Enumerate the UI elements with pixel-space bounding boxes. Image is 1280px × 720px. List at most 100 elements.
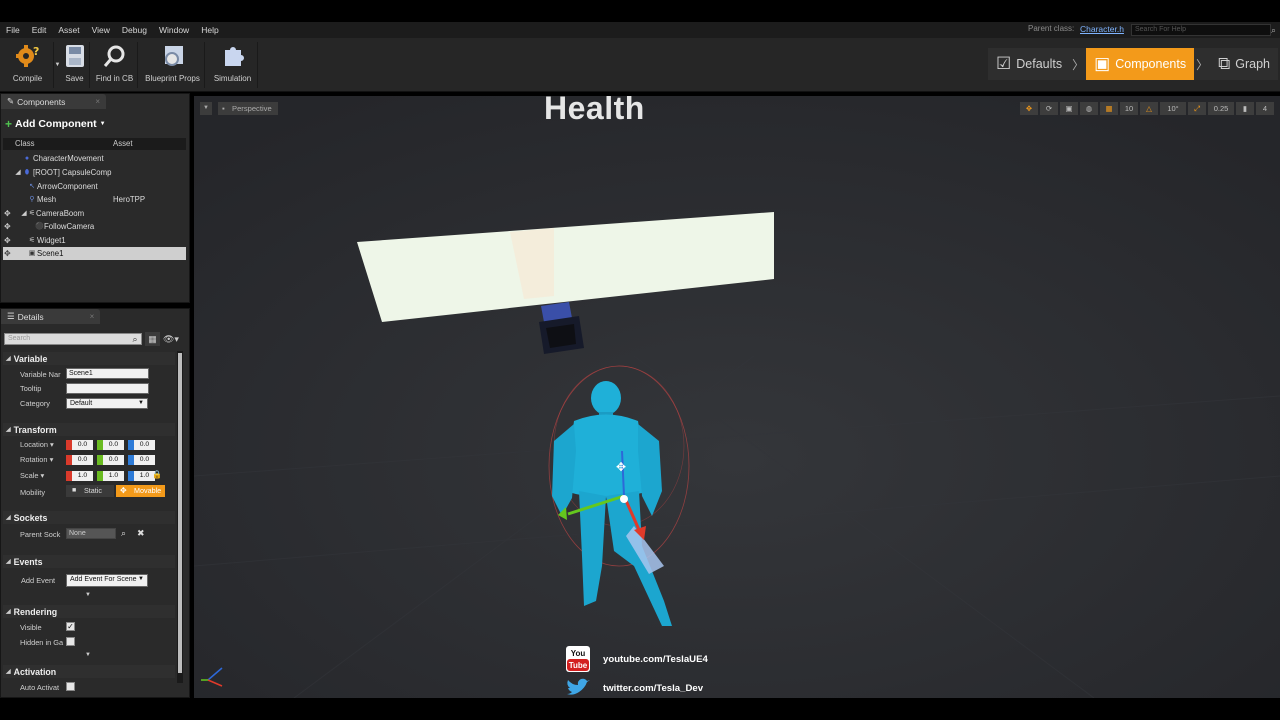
location-vector[interactable]: 0.0 0.0 0.0 <box>66 440 159 450</box>
rotation-y[interactable]: 0.0 <box>103 455 124 465</box>
hidden-in-game-checkbox[interactable] <box>66 637 75 646</box>
category-dropdown[interactable]: Default ▼ <box>66 398 148 409</box>
location-z[interactable]: 0.0 <box>134 440 155 450</box>
variable-name-input[interactable]: Scene1 <box>66 368 149 379</box>
close-icon[interactable]: × <box>95 97 100 106</box>
help-search-input[interactable]: Search For Help <box>1131 24 1271 36</box>
perspective-dropdown[interactable]: ▪ Perspective <box>218 102 278 115</box>
viewport-options-button[interactable]: ▼ <box>200 102 212 115</box>
search-icon[interactable]: ⌕ <box>128 333 142 345</box>
camera-speed-value[interactable]: 4 <box>1256 102 1274 115</box>
menu-file[interactable]: File <box>0 25 26 35</box>
components-tab[interactable]: ✎ Components × <box>1 94 106 109</box>
move-handle-icon[interactable]: ✥ <box>4 220 11 233</box>
menu-help[interactable]: Help <box>195 25 224 35</box>
menu-view[interactable]: View <box>86 25 116 35</box>
scale-snap-value[interactable]: 0.25 <box>1208 102 1234 115</box>
rotation-snap-value[interactable]: 10° <box>1160 102 1186 115</box>
add-event-dropdown[interactable]: Add Event For Scene ▼ <box>66 574 148 587</box>
visible-checkbox[interactable]: ✓ <box>66 622 75 631</box>
details-scrollbar-thumb[interactable] <box>178 353 182 673</box>
details-tab[interactable]: ☰ Details × <box>1 309 101 324</box>
expand-triangle-icon[interactable]: ◢ <box>14 166 22 179</box>
expand-advanced-icon[interactable]: ▼ <box>85 652 91 658</box>
viewport[interactable]: ✥ ▼ ▪ Perspective ✥ ⟳ ▣ ◍ ▦ 10 △ 10° ⤢ 0.… <box>194 96 1280 698</box>
clear-icon[interactable]: ✖ <box>137 528 145 539</box>
blueprint-props-button[interactable]: Blueprint Props <box>141 42 205 88</box>
details-panel: ☰ Details × Search ⌕ ▦ 👁▾ ◢ Variable Vari… <box>0 308 190 698</box>
compile-button[interactable]: ? Compile <box>2 42 54 88</box>
simulation-button[interactable]: Simulation <box>208 42 258 88</box>
auto-activate-label: Auto Activat <box>20 683 60 692</box>
tree-item-charactermovement[interactable]: ● CharacterMovement <box>3 152 186 165</box>
move-handle-icon[interactable]: ✥ <box>4 234 11 247</box>
tree-item-scene1[interactable]: ✥ ▣ Scene1 <box>3 247 186 260</box>
tree-item-capsule[interactable]: ◢ ⬮ [ROOT] CapsuleComp <box>3 166 186 179</box>
search-icon[interactable]: ⌕ <box>1271 24 1280 36</box>
expand-advanced-icon[interactable]: ▼ <box>85 592 91 598</box>
rotation-vector[interactable]: 0.0 0.0 0.0 <box>66 455 159 465</box>
tree-item-followcamera[interactable]: ✥ ⚫ FollowCamera <box>3 220 186 233</box>
tab-graph[interactable]: ⧉ Graph <box>1210 48 1278 80</box>
close-icon[interactable]: × <box>90 312 95 321</box>
tree-item-widget1[interactable]: ✥ ⚟ Widget1 <box>3 234 186 247</box>
grid-snap-value[interactable]: 10 <box>1120 102 1138 115</box>
category-activation[interactable]: ◢ Activation <box>3 665 175 678</box>
menu-debug[interactable]: Debug <box>116 25 153 35</box>
scale-y[interactable]: 1.0 <box>103 471 124 481</box>
rotate-icon[interactable]: ⟳ <box>1040 102 1058 115</box>
youtube-link[interactable]: You Tube youtube.com/TeslaUE4 <box>565 646 725 672</box>
lock-icon[interactable]: 🔒 <box>152 470 162 479</box>
menu-asset[interactable]: Asset <box>52 25 85 35</box>
grid-snap-icon[interactable]: ▦ <box>1100 102 1118 115</box>
eye-icon[interactable]: 👁▾ <box>163 332 185 346</box>
category-variable-label: Variable <box>13 353 48 364</box>
scale-x[interactable]: 1.0 <box>72 471 93 481</box>
tab-defaults[interactable]: ☑ Defaults <box>988 48 1071 80</box>
twitter-link[interactable]: twitter.com/Tesla_Dev <box>565 676 725 700</box>
category-variable[interactable]: ◢ Variable <box>3 352 175 365</box>
add-component-button[interactable]: + Add Component ▼ <box>5 116 106 132</box>
mobility-movable-button[interactable]: ✥ Movable <box>116 485 165 497</box>
tree-item-mesh[interactable]: ⚲ Mesh HeroTPP <box>3 193 186 206</box>
move-handle-icon[interactable]: ✥ <box>4 207 11 220</box>
category-transform[interactable]: ◢ Transform <box>3 423 175 436</box>
rotation-x[interactable]: 0.0 <box>72 455 93 465</box>
translate-icon[interactable]: ✥ <box>1020 102 1038 115</box>
world-icon[interactable]: ◍ <box>1080 102 1098 115</box>
tree-item-arrow[interactable]: ↖ ArrowComponent <box>3 180 186 193</box>
category-sockets[interactable]: ◢ Sockets <box>3 511 175 524</box>
tree-item-cameraboom[interactable]: ✥ ◢ ⚟ CameraBoom <box>3 207 186 220</box>
scale-label[interactable]: Scale ▾ <box>20 471 44 480</box>
rotation-z[interactable]: 0.0 <box>134 455 155 465</box>
category-rendering[interactable]: ◢ Rendering <box>3 605 175 618</box>
move-handle-icon[interactable]: ✥ <box>4 247 11 260</box>
auto-activate-checkbox[interactable] <box>66 682 75 691</box>
tooltip-input[interactable] <box>66 383 149 394</box>
bottom-black-bar <box>0 698 1280 720</box>
location-x[interactable]: 0.0 <box>72 440 93 450</box>
mobility-static-button[interactable]: ■ Static <box>66 485 114 497</box>
grid-view-icon[interactable]: ▦ <box>145 332 160 346</box>
menu-window[interactable]: Window <box>153 25 195 35</box>
find-in-cb-button[interactable]: Find in CB <box>92 42 138 88</box>
tab-components[interactable]: ▣ Components <box>1086 48 1195 80</box>
menu-edit[interactable]: Edit <box>26 25 53 35</box>
rotation-snap-icon[interactable]: △ <box>1140 102 1158 115</box>
parent-class-link[interactable]: Character.h <box>1080 24 1124 34</box>
rotation-label[interactable]: Rotation ▾ <box>20 455 53 464</box>
scale-vector[interactable]: 1.0 1.0 1.0 <box>66 471 159 481</box>
search-icon[interactable]: ⌕ <box>121 528 126 539</box>
location-label[interactable]: Location ▾ <box>20 440 54 449</box>
camera-speed-icon[interactable]: ▮ <box>1236 102 1254 115</box>
category-events[interactable]: ◢ Events <box>3 555 175 568</box>
details-search-input[interactable]: Search <box>4 333 142 345</box>
scale-snap-icon[interactable]: ⤢ <box>1188 102 1206 115</box>
expand-triangle-icon[interactable]: ◢ <box>20 207 28 220</box>
scale-icon[interactable]: ▣ <box>1060 102 1078 115</box>
parent-socket-field[interactable]: None <box>66 528 116 539</box>
save-button[interactable]: Save <box>60 42 90 88</box>
column-asset: Asset <box>113 139 133 148</box>
tree-item-label: Scene1 <box>37 249 64 258</box>
location-y[interactable]: 0.0 <box>103 440 124 450</box>
